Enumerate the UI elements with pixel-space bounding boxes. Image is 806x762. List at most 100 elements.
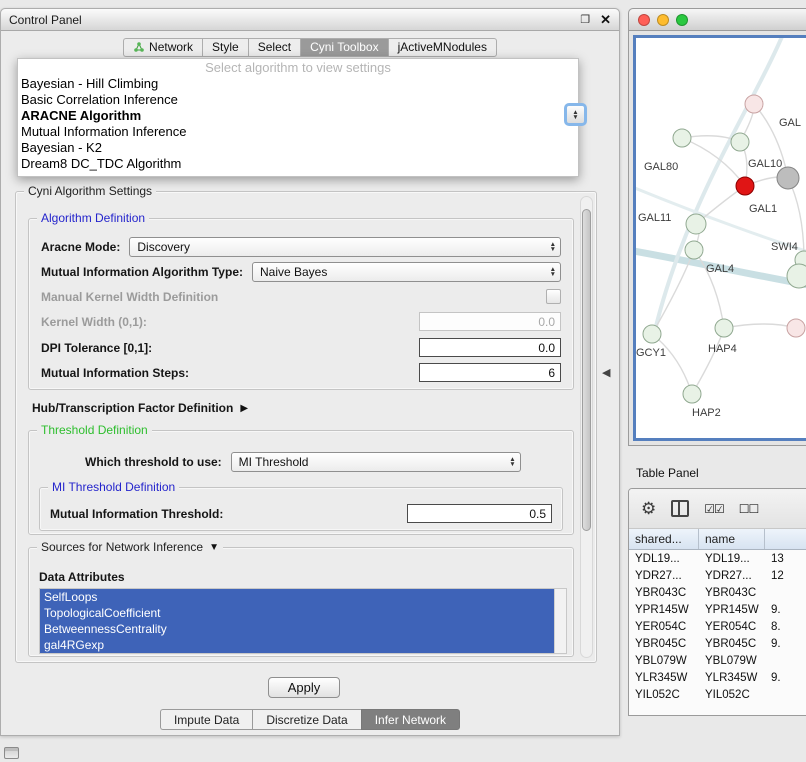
algorithm-option[interactable]: Dream8 DC_TDC Algorithm <box>18 156 578 172</box>
minimize-traffic-light[interactable] <box>657 14 669 26</box>
manual-kernel-width-label: Manual Kernel Width Definition <box>41 290 218 304</box>
algorithm-option[interactable]: ARACNE Algorithm <box>18 108 578 124</box>
table-row[interactable]: YIL052CYIL052C <box>629 686 806 703</box>
algorithm-option[interactable]: Bayesian - Hill Climbing <box>18 76 578 92</box>
network-node[interactable] <box>745 95 763 113</box>
network-view-window: GALGAL80GAL10GAL11GAL1SWI4GAL4GCY1HAP4YH… <box>628 8 806 446</box>
algorithm-option[interactable]: Bayesian - K2 <box>18 140 578 156</box>
threshold-definition-group: Threshold Definition Which threshold to … <box>28 430 574 535</box>
network-node[interactable] <box>787 319 805 337</box>
tab-label: Style <box>212 40 239 54</box>
algorithm-combo-arrow-button[interactable]: ▲▼ <box>564 103 587 126</box>
kernel-width-input[interactable] <box>419 312 561 331</box>
expanded-arrow-icon[interactable]: ▼ <box>209 542 219 553</box>
attribute-item[interactable]: gal4RGexp <box>40 637 554 653</box>
column-header[interactable]: name <box>699 529 765 549</box>
network-edge[interactable] <box>724 324 796 328</box>
network-node-label: GCY1 <box>636 347 666 359</box>
tab-discretize-data[interactable]: Discretize Data <box>252 709 360 730</box>
table-row[interactable]: YER054CYER054C8. <box>629 618 806 635</box>
tab-label: Select <box>258 40 291 54</box>
network-node[interactable] <box>715 319 733 337</box>
hub-definition-section[interactable]: Hub/Transcription Factor Definition ▶ <box>32 398 248 418</box>
table-toolbar: ⚙ ☑☑ ☐☐ <box>629 489 806 529</box>
table-row[interactable]: YBR043CYBR043C <box>629 584 806 601</box>
network-node[interactable] <box>683 385 701 403</box>
tab-network[interactable]: Network <box>123 38 202 57</box>
algorithm-dropdown-list[interactable]: Select algorithm to view settings Bayesi… <box>17 58 579 177</box>
tab-impute-data[interactable]: Impute Data <box>160 709 252 730</box>
column-header[interactable]: shared... <box>629 529 699 549</box>
control-panel-titlebar[interactable]: Control Panel ❐ ✕ <box>1 9 619 31</box>
tab-jactivemnodules[interactable]: jActiveMNodules <box>388 38 497 57</box>
which-threshold-select[interactable]: MI Threshold ▲▼ <box>231 452 521 472</box>
close-window-icon[interactable]: ✕ <box>600 12 611 28</box>
algorithm-option[interactable]: Mutual Information Inference <box>18 124 578 140</box>
network-tab-icon <box>133 41 145 53</box>
float-window-icon[interactable]: ❐ <box>580 13 590 26</box>
tab-style[interactable]: Style <box>202 38 248 57</box>
collapsed-arrow-icon[interactable]: ▶ <box>240 403 248 414</box>
aracne-mode-label: Aracne Mode: <box>41 240 120 254</box>
network-node[interactable] <box>643 325 661 343</box>
table-row[interactable]: YDL19...YDL19...13 <box>629 550 806 567</box>
window-title: Control Panel <box>9 13 82 27</box>
tab-label: Cyni Toolbox <box>310 40 378 54</box>
network-window-titlebar[interactable] <box>629 9 806 31</box>
settings-scrollbar-thumb[interactable] <box>582 209 591 531</box>
tab-cyni-toolbox[interactable]: Cyni Toolbox <box>300 38 387 57</box>
algorithm-option[interactable]: Basic Correlation Inference <box>18 92 578 108</box>
network-node[interactable] <box>731 133 749 151</box>
tab-infer-network[interactable]: Infer Network <box>361 709 460 730</box>
column-selector-icon[interactable] <box>671 500 689 517</box>
attribute-item[interactable]: BetweennessCentrality <box>40 621 554 637</box>
table-panel-window: ⚙ ☑☑ ☐☐ shared...name YDL19...YDL19...13… <box>628 488 806 716</box>
mi-threshold-input[interactable] <box>407 504 552 523</box>
settings-scrollbar[interactable] <box>580 196 593 658</box>
attribute-item[interactable]: SelfLoops <box>40 589 554 605</box>
apply-button[interactable]: Apply <box>268 677 340 698</box>
mi-algorithm-type-select[interactable]: Naive Bayes ▲▼ <box>252 262 561 282</box>
table-row[interactable]: YBR045CYBR045C9. <box>629 635 806 652</box>
network-node[interactable] <box>777 167 799 189</box>
network-node[interactable] <box>736 177 754 195</box>
mi-threshold-label: Mutual Information Threshold: <box>50 507 223 521</box>
network-canvas[interactable]: GALGAL80GAL10GAL11GAL1SWI4GAL4GCY1HAP4YH… <box>633 35 806 441</box>
data-attributes-list[interactable]: SelfLoopsTopologicalCoefficientBetweenne… <box>39 588 567 654</box>
panel-splitter-arrow-icon[interactable]: ◀ <box>602 366 610 379</box>
mi-steps-label: Mutual Information Steps: <box>41 366 189 380</box>
table-row[interactable]: YBL079WYBL079W <box>629 652 806 669</box>
dpi-tolerance-label: DPI Tolerance [0,1]: <box>41 341 152 355</box>
close-traffic-light[interactable] <box>638 14 650 26</box>
gear-icon[interactable]: ⚙ <box>641 500 656 517</box>
kernel-width-label: Kernel Width (0,1): <box>41 315 147 329</box>
network-node[interactable] <box>787 264 806 288</box>
zoom-traffic-light[interactable] <box>676 14 688 26</box>
attribute-item[interactable]: TopologicalCoefficient <box>40 605 554 621</box>
aracne-mode-select[interactable]: Discovery ▲▼ <box>129 237 561 257</box>
network-edge[interactable] <box>692 328 724 394</box>
network-node[interactable] <box>686 214 706 234</box>
network-node[interactable] <box>685 241 703 259</box>
sources-group: Sources for Network Inference ▼ Data Att… <box>28 547 574 657</box>
minimized-window-icon[interactable] <box>4 747 19 759</box>
attributes-list-scrollbar[interactable] <box>554 589 566 653</box>
network-edge[interactable] <box>652 334 692 394</box>
select-all-icon[interactable]: ☑☑ <box>704 502 724 516</box>
table-row[interactable]: YDR27...YDR27...12 <box>629 567 806 584</box>
column-header[interactable] <box>765 529 806 549</box>
dpi-tolerance-input[interactable] <box>419 338 561 357</box>
sources-group-title[interactable]: Sources for Network Inference ▼ <box>37 540 223 554</box>
table-row[interactable]: YLR345WYLR345W9. <box>629 669 806 686</box>
tab-select[interactable]: Select <box>248 38 300 57</box>
deselect-all-icon[interactable]: ☐☐ <box>739 502 759 516</box>
table-row[interactable]: YPR145WYPR145W9. <box>629 601 806 618</box>
settings-group-title: Cyni Algorithm Settings <box>24 184 156 198</box>
network-node[interactable] <box>673 129 691 147</box>
manual-kernel-width-checkbox[interactable] <box>546 289 561 304</box>
network-node-label: GAL <box>779 117 801 129</box>
network-node-label: GAL80 <box>644 161 678 173</box>
data-attributes-label: Data Attributes <box>39 570 125 584</box>
algorithm-definition-title: Algorithm Definition <box>37 211 149 225</box>
mi-steps-input[interactable] <box>419 363 561 382</box>
